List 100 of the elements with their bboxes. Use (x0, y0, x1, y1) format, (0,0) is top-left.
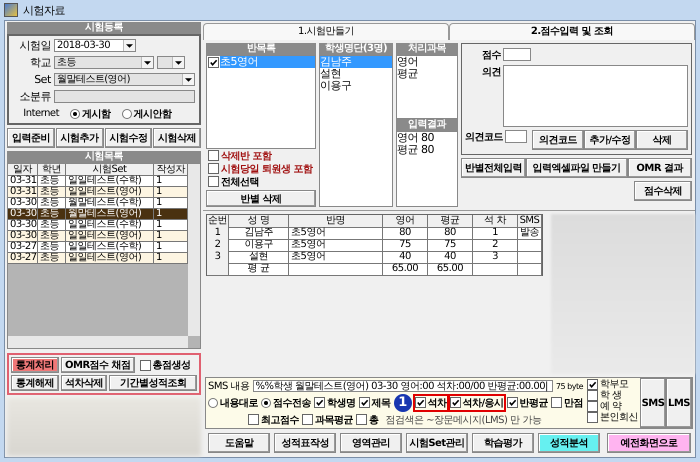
checkbox[interactable] (551, 397, 562, 408)
field-label: 시험일 (18, 38, 51, 53)
scrollbar[interactable] (188, 164, 200, 336)
table-row[interactable]: 03-31 초등 일일테스트(수학) 1 (8, 175, 188, 186)
table-row[interactable]: 03-30 초등 월말테스트(영어) 1 (8, 208, 188, 219)
list-item[interactable]: 영어 80 (397, 132, 457, 144)
list-item[interactable]: 설현 (320, 68, 392, 80)
table-cell (207, 263, 229, 276)
checkbox[interactable] (356, 414, 367, 426)
app-icon (4, 3, 18, 17)
table-row[interactable]: 03-30 초등 일일테스트(수학) 1 (8, 219, 188, 230)
checkbox-label: 석차 (428, 396, 446, 410)
action-button[interactable]: 성적분석 (538, 433, 600, 453)
table-row[interactable]: 03-30 초등 월말테스트(수학) 1 (8, 197, 188, 208)
action-button[interactable]: 기간별성적조회 (109, 375, 197, 391)
checkbox[interactable] (450, 397, 460, 408)
subcategory-field[interactable] (54, 90, 195, 103)
delete-button[interactable]: 반별 삭제 (206, 190, 316, 207)
school-dropdown[interactable]: 초등 (54, 56, 154, 69)
tab[interactable]: 2.점수입력 및 조회 (449, 23, 695, 40)
action-button[interactable]: 성적표작성 (274, 433, 336, 453)
field-label: SMS 내용 (208, 380, 250, 394)
field-label: 점수 (481, 49, 501, 62)
checkbox-label: 본인회신 (600, 412, 638, 423)
action-button[interactable]: 의견코드 (532, 130, 584, 150)
table-cell: 40 (428, 251, 473, 264)
table-row[interactable]: 03-27 초등 일일테스트(영어) 1 (8, 252, 188, 263)
table-row[interactable]: 03-30 초등 일일테스트(영어) 1 (8, 230, 188, 241)
byte-count: 75 byte (556, 382, 583, 391)
list-item[interactable]: 영어 (397, 56, 457, 68)
tab[interactable]: 1.시험만들기 (203, 23, 449, 40)
checkbox[interactable] (302, 414, 313, 426)
list-item[interactable]: 평균 80 (397, 144, 457, 156)
back-button[interactable]: 예전화면으로 (607, 433, 691, 453)
action-button[interactable]: OMR점수 채점 (61, 357, 135, 373)
checkbox[interactable] (208, 176, 219, 188)
action-button[interactable]: 도움말 (208, 433, 270, 453)
opinion-code-field[interactable] (505, 130, 527, 143)
scrollbar[interactable] (8, 336, 188, 348)
table-cell: 65.00 (383, 263, 428, 276)
sms-content-field[interactable]: %%학생 월말테스트(영어) 03-30 영어:00 석차:00/00 반평균:00.00| (252, 380, 553, 392)
action-button[interactable]: 반별전체입력 (461, 158, 526, 178)
table-cell: 80 (428, 227, 473, 240)
action-button[interactable]: 시험수정 (104, 128, 152, 148)
action-button[interactable]: 시험삭제 (153, 128, 201, 148)
send-button[interactable]: SMS (640, 378, 666, 428)
action-button[interactable]: 학습평가 (472, 433, 534, 453)
table-cell (518, 263, 542, 276)
action-button[interactable]: 시험추가 (56, 128, 104, 148)
dropdown[interactable] (157, 56, 185, 69)
table-cell: 초5영어 (289, 239, 383, 252)
table-cell: 초5영어 (289, 227, 383, 240)
checkbox[interactable] (506, 397, 518, 408)
radio-label: 점수전송 (273, 396, 311, 410)
set-dropdown[interactable]: 월말테스트(영어) (54, 73, 195, 86)
radio-label: 내용대로 (220, 396, 258, 410)
checkbox[interactable] (314, 397, 325, 408)
table-cell: 1 (207, 227, 229, 240)
action-button[interactable]: 석차삭제 (61, 375, 107, 391)
table-row[interactable]: 03-27 초등 일일테스트(수학) 1 (8, 241, 188, 252)
list-header: 처리과목 (396, 43, 458, 55)
section-header: 시험목록 (7, 151, 201, 163)
action-button[interactable]: 통계처리 (11, 357, 59, 373)
list-item[interactable]: 이용구 (320, 80, 392, 92)
checkbox[interactable] (414, 397, 426, 408)
radio-button[interactable] (70, 108, 80, 118)
checkbox[interactable] (587, 401, 598, 412)
checkbox[interactable] (248, 414, 259, 426)
checkbox[interactable] (208, 150, 219, 162)
radio-button[interactable] (261, 398, 271, 408)
column-header: 순번 (207, 215, 229, 228)
table-row[interactable]: 03-31 초등 일일테스트(영어) 1 (8, 186, 188, 197)
checkbox[interactable] (140, 360, 151, 370)
checkbox[interactable] (587, 390, 598, 401)
action-button[interactable]: 입력준비 (7, 128, 55, 148)
checkbox[interactable] (358, 397, 370, 408)
radio-button[interactable] (122, 108, 132, 118)
opinion-field[interactable] (503, 65, 688, 127)
table-cell: 75 (428, 239, 473, 252)
action-button[interactable]: 추가/수정 (584, 130, 636, 150)
checkbox[interactable] (587, 379, 598, 390)
checkbox-label: 총 (369, 414, 378, 427)
checkbox-label: 학부모 (600, 379, 628, 390)
checkbox[interactable] (208, 56, 219, 68)
delete-button[interactable]: 점수삭제 (634, 181, 692, 201)
send-button[interactable]: LMS (666, 378, 692, 428)
date-field[interactable]: 2018-03-30 (54, 39, 136, 52)
callout-badge: 1 (394, 394, 412, 412)
action-button[interactable]: 시험Set관리 (406, 433, 468, 453)
list-item[interactable]: 평균 (397, 68, 457, 80)
checkbox[interactable] (587, 412, 598, 423)
checkbox[interactable] (208, 163, 219, 174)
radio-button[interactable] (208, 398, 218, 408)
action-button[interactable]: 통계해제 (11, 375, 59, 391)
checkbox-label: 최고점수 (261, 414, 299, 427)
action-button[interactable]: 삭제 (636, 130, 688, 150)
action-button[interactable]: OMR 결과 (628, 158, 692, 178)
action-button[interactable]: 입력엑셀파일 만들기 (526, 158, 628, 178)
score-field[interactable] (503, 48, 531, 61)
action-button[interactable]: 영역관리 (340, 433, 402, 453)
